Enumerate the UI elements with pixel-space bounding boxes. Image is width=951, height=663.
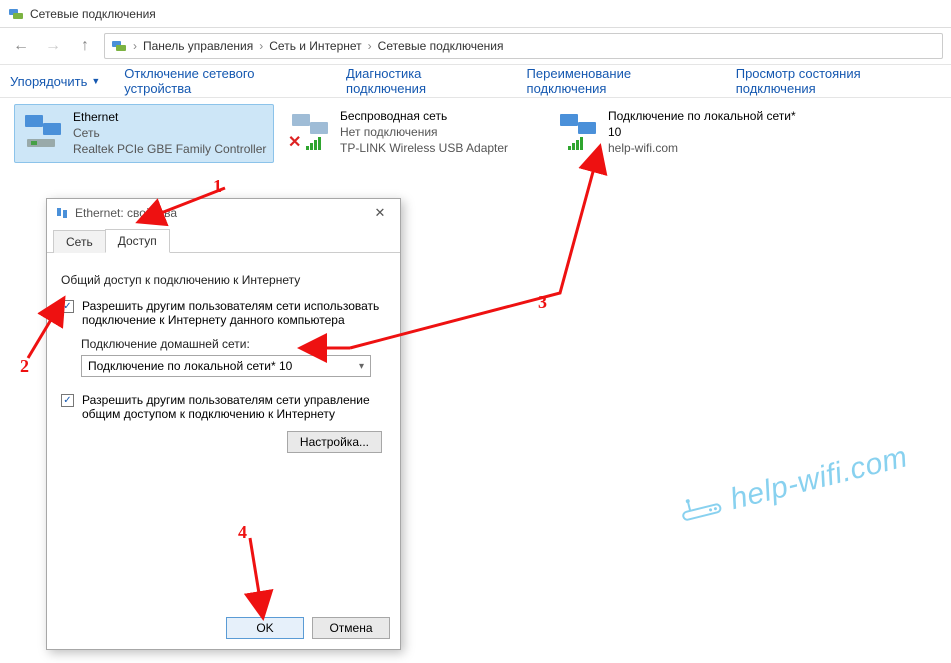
network-icon	[8, 6, 24, 22]
forward-button[interactable]: →	[40, 33, 66, 59]
dialog-body: Общий доступ к подключению к Интернету Р…	[47, 253, 400, 461]
tab-access[interactable]: Доступ	[105, 229, 170, 253]
settings-button[interactable]: Настройка...	[287, 431, 382, 453]
connection-item-wireless[interactable]: ✕ Беспроводная сеть Нет подключения TP-L…	[282, 104, 542, 163]
network-icon	[111, 38, 127, 54]
connection-status: help-wifi.com	[608, 140, 804, 156]
watermark-text: help-wifi.com	[727, 440, 911, 517]
connection-title: Подключение по локальной сети* 10	[608, 108, 804, 140]
ethernet-icon	[21, 109, 65, 153]
back-button[interactable]: ←	[8, 33, 34, 59]
step-number-3: 3	[538, 292, 547, 313]
chevron-down-icon: ▼	[91, 76, 100, 86]
dialog-titlebar[interactable]: Ethernet: свойства ✕	[47, 199, 400, 227]
close-icon: ✕	[375, 205, 386, 221]
connections-list: Ethernet Сеть Realtek PCIe GBE Family Co…	[0, 98, 951, 169]
network-icon	[55, 206, 69, 220]
step-number-1: 1	[213, 176, 222, 197]
status-button[interactable]: Просмотр состояния подключения	[736, 66, 941, 96]
breadcrumb-mid[interactable]: Сеть и Интернет	[269, 39, 361, 53]
x-icon: ✕	[288, 132, 301, 152]
close-button[interactable]: ✕	[366, 203, 394, 223]
checkbox-allow-control[interactable]	[61, 394, 74, 407]
connection-title: Ethernet	[73, 109, 266, 125]
chevron-right-icon: ›	[257, 39, 265, 53]
connection-device: Realtek PCIe GBE Family Controller	[73, 141, 266, 157]
address-bar: ← → ↑ › Панель управления › Сеть и Интер…	[0, 28, 951, 64]
connection-device: TP-LINK Wireless USB Adapter	[340, 140, 508, 156]
watermark-logo: help-wifi.com	[677, 440, 912, 529]
step-number-2: 2	[20, 356, 29, 377]
up-button[interactable]: ↑	[72, 33, 98, 59]
group-label: Общий доступ к подключению к Интернету	[61, 273, 386, 287]
rename-button[interactable]: Переименование подключения	[527, 66, 712, 96]
wifi-disabled-icon: ✕	[288, 108, 332, 152]
window-title: Сетевые подключения	[30, 7, 156, 21]
home-network-value: Подключение по локальной сети* 10	[88, 359, 292, 373]
tab-network[interactable]: Сеть	[53, 230, 106, 253]
disable-device-button[interactable]: Отключение сетевого устройства	[124, 66, 322, 96]
command-toolbar: Упорядочить ▼ Отключение сетевого устрой…	[0, 64, 951, 98]
organize-menu[interactable]: Упорядочить ▼	[10, 74, 100, 89]
properties-dialog: Ethernet: свойства ✕ Сеть Доступ Общий д…	[46, 198, 401, 650]
ok-button[interactable]: OK	[226, 617, 304, 639]
breadcrumb-root[interactable]: Панель управления	[143, 39, 253, 53]
breadcrumb-field[interactable]: › Панель управления › Сеть и Интернет › …	[104, 33, 943, 59]
organize-label: Упорядочить	[10, 74, 87, 89]
checkbox-allow-ics[interactable]	[61, 300, 74, 313]
window-titlebar: Сетевые подключения	[0, 0, 951, 28]
connection-status: Сеть	[73, 125, 266, 141]
connection-item-local10[interactable]: Подключение по локальной сети* 10 help-w…	[550, 104, 810, 163]
dialog-footer: OK Отмена	[226, 617, 390, 639]
home-network-label: Подключение домашней сети:	[81, 337, 386, 351]
lan-icon	[556, 108, 600, 152]
checkbox-allow-ics-label: Разрешить другим пользователям сети испо…	[82, 299, 382, 327]
cancel-button[interactable]: Отмена	[312, 617, 390, 639]
connection-status: Нет подключения	[340, 124, 508, 140]
home-network-select[interactable]: Подключение по локальной сети* 10 ▾	[81, 355, 371, 377]
connection-item-ethernet[interactable]: Ethernet Сеть Realtek PCIe GBE Family Co…	[14, 104, 274, 163]
dialog-title: Ethernet: свойства	[75, 206, 177, 220]
dialog-tabs: Сеть Доступ	[47, 227, 400, 253]
diagnose-button[interactable]: Диагностика подключения	[346, 66, 502, 96]
router-icon	[678, 491, 725, 524]
breadcrumb-leaf[interactable]: Сетевые подключения	[378, 39, 504, 53]
chevron-down-icon: ▾	[359, 361, 364, 372]
connection-title: Беспроводная сеть	[340, 108, 508, 124]
chevron-right-icon: ›	[131, 39, 139, 53]
chevron-right-icon: ›	[366, 39, 374, 53]
content-area: Ethernet Сеть Realtek PCIe GBE Family Co…	[0, 98, 951, 663]
checkbox-allow-control-label: Разрешить другим пользователям сети упра…	[82, 393, 382, 421]
